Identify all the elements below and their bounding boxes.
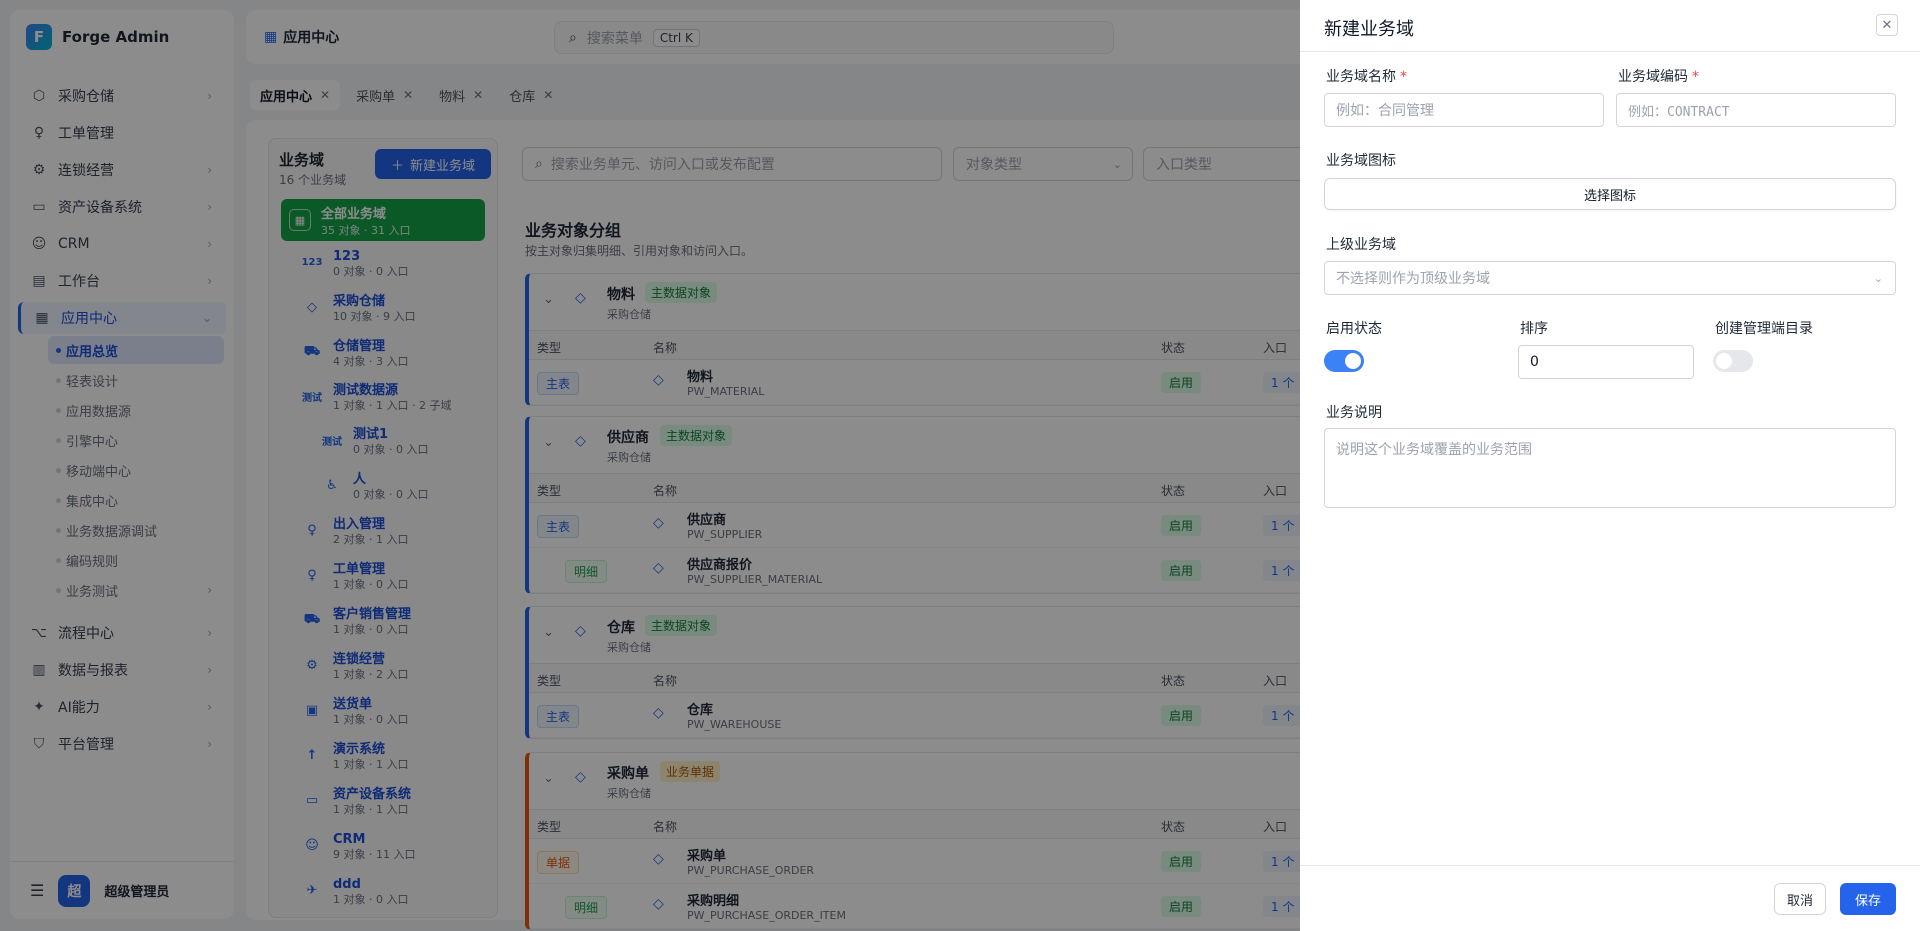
input-placeholder: 例如：合同管理 (1336, 103, 1434, 119)
status-label: 启用状态 (1326, 321, 1382, 337)
domain-icon-label: 业务域图标 (1326, 153, 1396, 169)
parent-domain-select[interactable]: 不选择则作为顶级业务域 ⌄ (1324, 261, 1896, 295)
required-mark: * (1400, 69, 1407, 85)
description-label: 业务说明 (1326, 405, 1382, 421)
close-icon[interactable]: ✕ (1876, 14, 1898, 36)
new-domain-drawer: 新建业务域 ✕ 业务域名称 * 例如：合同管理 业务域编码 * 例如：CONTRAC… (1300, 0, 1920, 931)
select-placeholder: 不选择则作为顶级业务域 (1336, 271, 1490, 287)
label-text: 业务域名称 (1326, 69, 1396, 85)
description-textarea[interactable]: 说明这个业务域覆盖的业务范围 (1324, 428, 1896, 508)
drawer-footer: 取消 保存 (1300, 865, 1920, 931)
domain-code-label: 业务域编码 * (1618, 66, 1699, 86)
textarea-placeholder: 说明这个业务域覆盖的业务范围 (1336, 442, 1532, 458)
parent-domain-label: 上级业务域 (1326, 237, 1396, 253)
domain-name-input[interactable]: 例如：合同管理 (1324, 93, 1604, 127)
drawer-header: 新建业务域 ✕ (1300, 0, 1920, 52)
domain-code-input[interactable]: 例如：CONTRACT (1616, 93, 1896, 127)
create-menu-label: 创建管理端目录 (1715, 321, 1813, 337)
status-toggle[interactable] (1324, 350, 1364, 372)
chevron-down-icon: ⌄ (1873, 271, 1883, 285)
create-menu-toggle[interactable] (1713, 350, 1753, 372)
toggle-knob (1345, 353, 1361, 369)
input-placeholder: 例如：CONTRACT (1628, 104, 1730, 120)
save-button[interactable]: 保存 (1840, 883, 1896, 915)
sort-input[interactable]: 0 (1518, 345, 1694, 379)
label-text: 业务域编码 (1618, 69, 1688, 85)
drawer-title: 新建业务域 (1324, 19, 1414, 40)
choose-icon-button[interactable]: 选择图标 (1324, 178, 1896, 210)
cancel-button[interactable]: 取消 (1774, 883, 1826, 915)
domain-name-label: 业务域名称 * (1326, 66, 1407, 86)
toggle-knob (1716, 353, 1732, 369)
input-value: 0 (1530, 354, 1539, 370)
required-mark: * (1692, 69, 1699, 85)
sort-label: 排序 (1520, 321, 1548, 337)
